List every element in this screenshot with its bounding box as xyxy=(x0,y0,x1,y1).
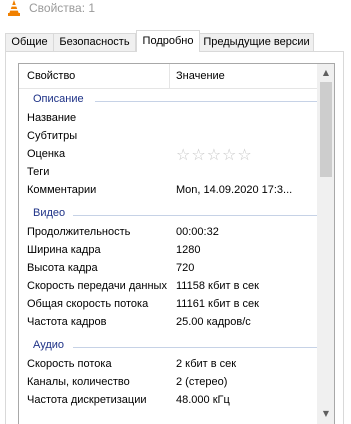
vlc-cone-icon xyxy=(8,0,20,16)
group-label: Описание xyxy=(33,93,84,105)
property-value[interactable]: Mon, 14.09.2020 17:3... xyxy=(176,184,316,196)
table-row[interactable]: Высота кадра 720 xyxy=(19,260,319,278)
column-header-property[interactable]: Свойство xyxy=(27,70,75,82)
property-name: Теги xyxy=(27,166,50,178)
table-row[interactable]: Скорость потока 2 кбит в сек xyxy=(19,356,319,374)
table-row[interactable]: Ширина кадра 1280 xyxy=(19,242,319,260)
star-icon[interactable]: ☆ xyxy=(222,145,237,164)
title-bar: Свойства: 1 xyxy=(0,0,351,30)
table-row[interactable]: Название xyxy=(19,110,319,128)
tab-previous-versions[interactable]: Предыдущие версии xyxy=(199,33,314,51)
tab-security[interactable]: Безопасность xyxy=(53,33,136,51)
group-header-video[interactable]: Видео xyxy=(19,205,319,223)
list-header: Свойство Значение xyxy=(19,64,319,89)
table-row[interactable]: Скорость передачи данных 11158 кбит в се… xyxy=(19,278,319,296)
property-name: Скорость передачи данных xyxy=(27,280,167,292)
table-row[interactable]: Общая скорость потока 11161 кбит в сек xyxy=(19,296,319,314)
tab-bar: Общие Безопасность Подробно Предыдущие в… xyxy=(0,30,351,52)
table-row[interactable]: Частота кадров 25.00 кадров/с xyxy=(19,314,319,332)
property-name: Частота дискретизации xyxy=(27,394,147,406)
column-header-value[interactable]: Значение xyxy=(176,70,225,82)
table-row[interactable]: Частота дискретизации 48.000 кГц xyxy=(19,392,319,410)
group-divider-line xyxy=(73,347,319,348)
star-icon[interactable]: ☆ xyxy=(191,145,206,164)
table-row[interactable]: Теги xyxy=(19,164,319,182)
group-divider-line xyxy=(73,215,319,216)
tab-details[interactable]: Подробно xyxy=(136,30,200,52)
property-value[interactable]: 2 (стерео) xyxy=(176,376,316,388)
property-name: Комментарии xyxy=(27,184,97,196)
details-list[interactable]: Свойство Значение Описание Название Субт… xyxy=(18,63,335,424)
scroll-down-arrow-icon[interactable]: ▼ xyxy=(318,405,334,422)
property-name: Скорость потока xyxy=(27,358,112,370)
group-header-audio[interactable]: Аудио xyxy=(19,337,319,355)
table-row[interactable]: Оценка ☆☆☆☆☆ xyxy=(19,145,319,164)
property-name: Высота кадра xyxy=(27,262,98,274)
property-value[interactable]: 25.00 кадров/с xyxy=(176,316,316,328)
rating-stars[interactable]: ☆☆☆☆☆ xyxy=(176,145,253,164)
group-label: Видео xyxy=(33,207,66,219)
property-value[interactable]: 00:00:32 xyxy=(176,226,316,238)
tab-general[interactable]: Общие xyxy=(5,33,54,51)
property-name: Общая скорость потока xyxy=(27,298,149,310)
column-divider[interactable] xyxy=(169,64,170,88)
property-value[interactable]: 11158 кбит в сек xyxy=(176,280,316,292)
property-name: Оценка xyxy=(27,148,66,160)
star-icon[interactable]: ☆ xyxy=(176,145,191,164)
properties-window: Свойства: 1 Общие Безопасность Подробно … xyxy=(0,0,351,424)
property-name: Каналы, количество xyxy=(27,376,130,388)
table-row[interactable]: Субтитры xyxy=(19,128,319,146)
table-row[interactable]: Продолжительность 00:00:32 xyxy=(19,224,319,242)
star-icon[interactable]: ☆ xyxy=(237,145,252,164)
property-value[interactable]: 1280 xyxy=(176,244,316,256)
window-title: Свойства: 1 xyxy=(29,1,96,15)
property-name: Ширина кадра xyxy=(27,244,101,256)
group-label: Аудио xyxy=(33,339,65,351)
property-name: Название xyxy=(27,112,77,124)
property-name: Продолжительность xyxy=(27,226,131,238)
property-name: Субтитры xyxy=(27,130,78,142)
property-name: Частота кадров xyxy=(27,316,107,328)
scroll-up-arrow-icon[interactable]: ▲ xyxy=(318,64,334,81)
scrollbar-thumb[interactable] xyxy=(320,82,332,177)
group-header-description[interactable]: Описание xyxy=(19,91,319,109)
table-row[interactable]: Комментарии Mon, 14.09.2020 17:3... xyxy=(19,182,319,200)
property-value[interactable]: 48.000 кГц xyxy=(176,394,316,406)
property-value[interactable]: 11161 кбит в сек xyxy=(176,298,316,310)
vertical-scrollbar[interactable]: ▲ ▼ xyxy=(317,64,334,424)
property-value[interactable]: 2 кбит в сек xyxy=(176,358,316,370)
table-row[interactable]: Каналы, количество 2 (стерео) xyxy=(19,374,319,392)
property-value[interactable]: 720 xyxy=(176,262,316,274)
group-divider-line xyxy=(95,101,319,102)
star-icon[interactable]: ☆ xyxy=(207,145,222,164)
